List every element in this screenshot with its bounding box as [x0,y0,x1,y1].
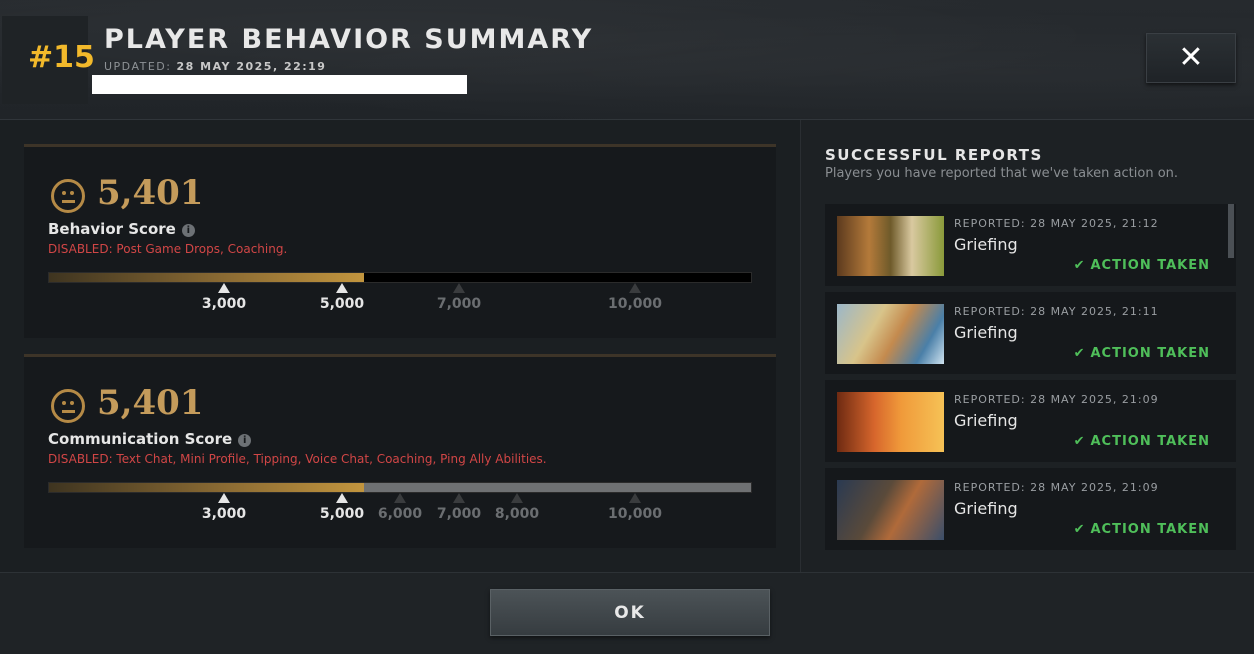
action-taken-status: ✔ ACTION TAKEN [1074,522,1210,537]
threshold-label: 7,000 [436,296,482,312]
report-item[interactable]: REPORTED: 28 MAY 2025, 21:12 Griefing ✔ A… [825,204,1236,286]
behavior-score-label: Behavior Score i [48,220,195,238]
report-item[interactable]: REPORTED: 28 MAY 2025, 21:11 Griefing ✔ A… [825,292,1236,374]
reports-subtitle: Players you have reported that we've tak… [825,166,1179,181]
communication-score-value: 5,401 [97,383,204,423]
threshold-marker [629,493,641,503]
hero-portrait-icon [837,392,944,452]
report-time: REPORTED: 28 MAY 2025, 21:09 [954,481,1159,494]
threshold-label: 5,000 [319,506,365,522]
threshold-marker [629,283,641,293]
check-icon: ✔ [1073,434,1086,449]
info-icon[interactable]: i [238,434,252,447]
action-taken-label: ACTION TAKEN [1090,258,1210,273]
report-reason: Griefing [954,499,1018,518]
communication-score-fill [49,483,365,492]
behavior-disabled-text: DISABLED: Post Game Drops, Coaching. [48,242,288,256]
threshold-label: 6,000 [377,506,423,522]
redacted-bar [92,75,467,94]
threshold-label: 8,000 [494,506,540,522]
threshold-label: 10,000 [607,506,663,522]
behavior-score-title: Behavior Score [48,220,176,238]
threshold-label: 7,000 [436,506,482,522]
check-icon: ✔ [1073,522,1086,537]
close-button[interactable]: ✕ [1146,33,1236,83]
communication-disabled-text: DISABLED: Text Chat, Mini Profile, Tippi… [48,452,547,466]
threshold-marker [218,493,230,503]
page-title: PLAYER BEHAVIOR SUMMARY [104,24,594,55]
report-time: REPORTED: 28 MAY 2025, 21:12 [954,217,1159,230]
ok-button[interactable]: OK [490,589,770,636]
threshold-marker [394,493,406,503]
rank-number: #15 [28,40,95,75]
communication-score-panel: 5,401 Communication Score i DISABLED: Tex… [24,354,776,548]
communication-score-label: Communication Score i [48,430,252,448]
behavior-score-panel: 5,401 Behavior Score i DISABLED: Post Gam… [24,144,776,338]
action-taken-status: ✔ ACTION TAKEN [1074,434,1210,449]
threshold-label: 5,000 [319,296,365,312]
hero-portrait-icon [837,304,944,364]
neutral-face-icon [51,389,85,423]
report-reason: Griefing [954,411,1018,430]
communication-score-bar: 3,000 5,000 6,000 7,000 8,000 10,000 [48,482,752,522]
behavior-score-fill [49,273,365,282]
report-time: REPORTED: 28 MAY 2025, 21:09 [954,393,1159,406]
threshold-marker [218,283,230,293]
neutral-face-icon [51,179,85,213]
info-icon[interactable]: i [181,224,195,237]
check-icon: ✔ [1073,258,1086,273]
report-reason: Griefing [954,323,1018,342]
behavior-score-value: 5,401 [97,173,204,213]
threshold-marker [453,493,465,503]
updated-value: 28 MAY 2025, 22:19 [176,60,327,73]
updated-timestamp: UPDATED: 28 MAY 2025, 22:19 [104,60,326,73]
threshold-label: 10,000 [607,296,663,312]
reports-scrollbar[interactable] [1228,204,1234,258]
threshold-marker [336,283,348,293]
report-time: REPORTED: 28 MAY 2025, 21:11 [954,305,1159,318]
close-icon: ✕ [1178,40,1204,75]
behavior-score-bar: 3,000 5,000 7,000 10,000 [48,272,752,312]
hero-portrait-icon [837,480,944,540]
threshold-label: 3,000 [201,296,247,312]
threshold-marker [453,283,465,293]
threshold-marker [336,493,348,503]
action-taken-label: ACTION TAKEN [1090,522,1210,537]
action-taken-label: ACTION TAKEN [1090,434,1210,449]
updated-label: UPDATED: [104,60,172,73]
check-icon: ✔ [1073,346,1086,361]
report-item[interactable]: REPORTED: 28 MAY 2025, 21:09 Griefing ✔ A… [825,380,1236,462]
communication-score-title: Communication Score [48,430,233,448]
reports-title: SUCCESSFUL REPORTS [825,146,1043,164]
hero-portrait-icon [837,216,944,276]
action-taken-status: ✔ ACTION TAKEN [1074,346,1210,361]
threshold-label: 3,000 [201,506,247,522]
report-item[interactable]: REPORTED: 28 MAY 2025, 21:09 Griefing ✔ A… [825,468,1236,550]
report-reason: Griefing [954,235,1018,254]
action-taken-label: ACTION TAKEN [1090,346,1210,361]
threshold-marker [511,493,523,503]
action-taken-status: ✔ ACTION TAKEN [1074,258,1210,273]
